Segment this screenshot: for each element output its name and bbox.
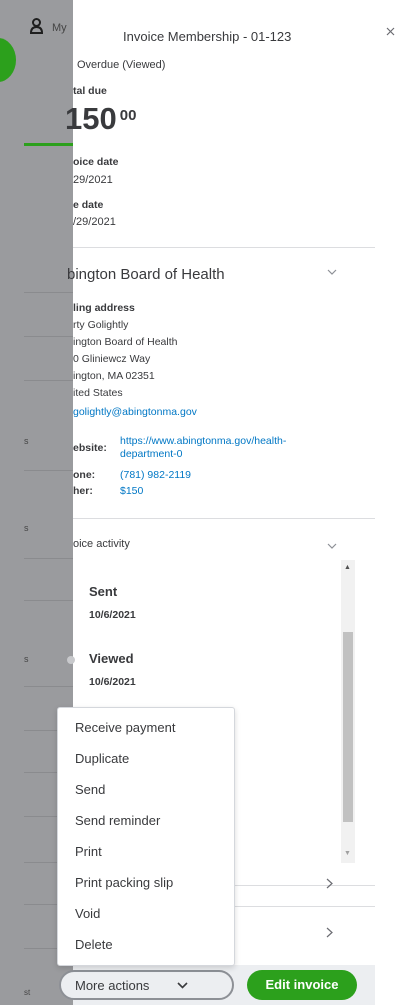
bg-text: s [24,654,29,664]
amount-cents: 00 [119,107,137,124]
status-text: Overdue (Viewed) [77,59,166,71]
user-icon [29,18,44,38]
activity-title: Viewed [89,651,134,666]
website-link[interactable]: https://www.abingtonma.gov/health-depart… [120,435,286,461]
more-actions-menu: Receive payment Duplicate Send Send remi… [57,707,235,966]
other-row: her: $150 [73,485,143,497]
scroll-down-arrow-icon[interactable]: ▼ [344,850,351,857]
phone-link[interactable]: (781) 982-2119 [120,469,191,481]
bg-divider [24,380,73,381]
chevron-right-icon[interactable] [326,876,333,892]
website-label: ebsite: [73,442,107,454]
scrollbar-thumb[interactable] [343,632,353,822]
phone-row: one: (781) 982-2119 [73,469,191,481]
menu-item-void[interactable]: Void [75,906,100,921]
active-tab-indicator [24,143,73,146]
amount-dollars: 150 [65,101,117,136]
bg-text: s [24,436,29,446]
customer-name[interactable]: bington Board of Health [67,266,225,283]
address-line: ited States [73,387,123,399]
due-date-value: /29/2021 [73,216,116,228]
bg-text: st [24,988,31,997]
user-menu-label: My [52,22,67,34]
panel-title: Invoice Membership - 01-123 [123,29,292,44]
chevron-down-icon[interactable] [327,266,337,278]
activity-scrollbar[interactable]: ▲ ▼ [341,560,355,863]
address-line: ington Board of Health [73,336,178,348]
bg-divider [24,292,73,293]
edit-invoice-button[interactable]: Edit invoice [247,970,357,1000]
other-label: her: [73,485,93,497]
activity-title: Sent [89,584,118,599]
chevron-down-icon [177,978,188,992]
chevron-right-icon[interactable] [326,925,333,941]
more-actions-button[interactable]: More actions [59,970,234,1000]
section-divider [73,247,375,248]
scroll-up-arrow-icon[interactable]: ▲ [344,564,351,571]
menu-item-duplicate[interactable]: Duplicate [75,751,129,766]
timeline-dot [67,656,75,664]
bg-divider [24,600,73,601]
invoice-activity-header[interactable]: oice activity [73,538,130,550]
phone-label: one: [73,469,96,481]
close-icon[interactable] [386,24,395,39]
menu-item-send[interactable]: Send [75,782,105,797]
bg-text: s [24,523,29,533]
section-divider [73,518,375,519]
website-line-2: department-0 [120,448,183,460]
bg-divider [24,686,73,687]
other-value: $150 [120,485,144,497]
address-line: ington, MA 02351 [73,370,155,382]
background-logo [0,38,16,82]
panel-footer: More actions Edit invoice [59,965,375,1005]
total-due-label: tal due [73,85,107,97]
billing-address: ling address rty Golightly ington Board … [73,300,178,402]
bg-divider [24,558,73,559]
menu-item-delete[interactable]: Delete [75,937,113,952]
menu-item-print[interactable]: Print [75,844,102,859]
activity-date: 10/6/2021 [89,676,136,688]
customer-email-link[interactable]: golightly@abingtonma.gov [73,406,197,418]
menu-item-print-packing-slip[interactable]: Print packing slip [75,875,173,890]
menu-item-send-reminder[interactable]: Send reminder [75,813,160,828]
chevron-down-icon[interactable] [327,540,337,552]
more-actions-label: More actions [75,978,150,993]
total-due-amount: 150 00 [65,101,136,137]
address-line: 0 Gliniewcz Way [73,353,151,365]
bg-divider [24,336,73,337]
invoice-date-label: oice date [73,156,119,168]
menu-item-receive-payment[interactable]: Receive payment [75,720,175,735]
activity-date: 10/6/2021 [89,609,136,621]
address-line: rty Golightly [73,319,129,331]
website-row: ebsite: https://www.abingtonma.gov/health… [73,435,286,461]
website-line-1: https://www.abingtonma.gov/health- [120,435,287,447]
due-date-label: e date [73,199,104,211]
billing-address-label: ling address [73,302,135,314]
bg-divider [24,470,73,471]
invoice-date-value: 29/2021 [73,174,113,186]
